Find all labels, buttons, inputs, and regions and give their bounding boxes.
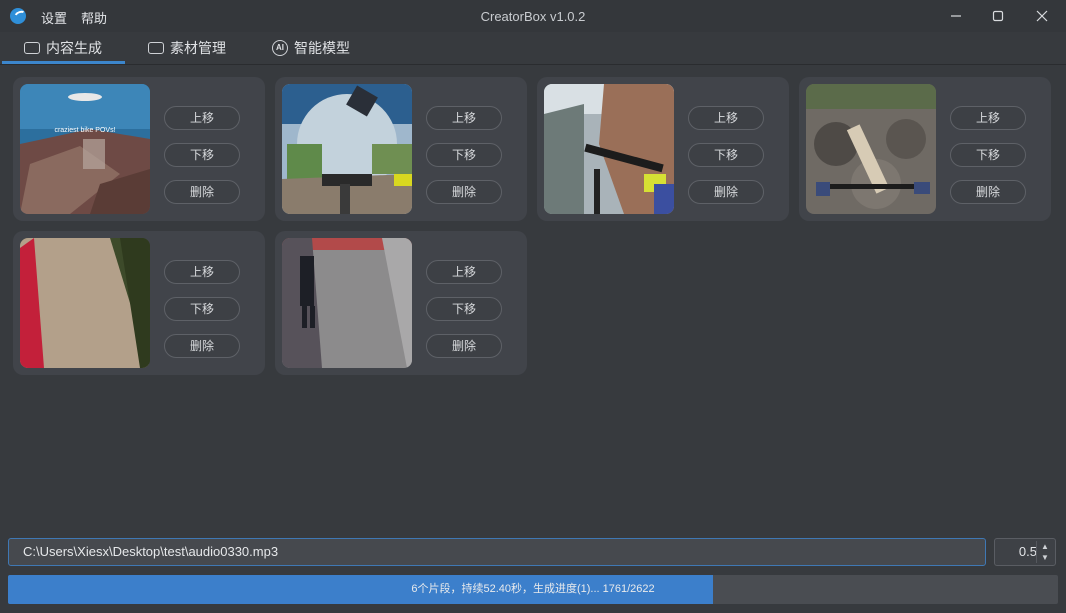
tab-label: 素材管理 <box>170 40 226 56</box>
clip-card: craziest bike POVs! 上移 下移 删除 <box>13 77 265 221</box>
clip-thumbnail[interactable] <box>20 238 150 368</box>
move-down-button[interactable]: 下移 <box>426 143 502 167</box>
title-bar: 设置 帮助 CreatorBox v1.0.2 <box>0 0 1066 32</box>
tab-content-generation[interactable]: 内容生成 <box>24 32 102 64</box>
move-up-button[interactable]: 上移 <box>164 106 240 130</box>
clip-caption: craziest bike POVs! <box>54 127 115 134</box>
ratio-spinbox[interactable]: 0.5 ▲ ▼ <box>994 538 1056 566</box>
move-up-button[interactable]: 上移 <box>164 260 240 284</box>
active-tab-indicator <box>2 61 125 64</box>
chevron-down-icon[interactable]: ▼ <box>1037 552 1053 563</box>
tab-label: 内容生成 <box>46 40 102 56</box>
clip-thumbnail[interactable] <box>282 84 412 214</box>
clip-thumbnail-image <box>282 84 412 214</box>
move-down-button[interactable]: 下移 <box>164 143 240 167</box>
chevron-up-icon[interactable]: ▲ <box>1037 541 1053 552</box>
ratio-value: 0.5 <box>1018 544 1037 559</box>
spin-buttons: ▲ ▼ <box>1036 541 1053 563</box>
delete-button[interactable]: 删除 <box>688 180 764 204</box>
minimize-button[interactable] <box>936 0 976 32</box>
clip-thumbnail-image <box>806 84 936 214</box>
tab-ai-model[interactable]: AI 智能模型 <box>272 32 350 64</box>
clip-thumbnail[interactable]: craziest bike POVs! <box>20 84 150 214</box>
delete-button[interactable]: 删除 <box>164 334 240 358</box>
move-down-button[interactable]: 下移 <box>164 297 240 321</box>
tab-label: 智能模型 <box>294 40 350 56</box>
clip-card: 上移 下移 删除 <box>537 77 789 221</box>
delete-button[interactable]: 删除 <box>426 180 502 204</box>
clip-thumbnail[interactable] <box>282 238 412 368</box>
move-up-button[interactable]: 上移 <box>426 106 502 130</box>
clip-card: 上移 下移 删除 <box>799 77 1051 221</box>
tab-material-management[interactable]: 素材管理 <box>148 32 226 64</box>
clip-thumbnail-image <box>282 238 412 368</box>
tab-bar: 内容生成 素材管理 AI 智能模型 <box>0 32 1066 65</box>
delete-button[interactable]: 删除 <box>950 180 1026 204</box>
ai-icon: AI <box>272 40 288 56</box>
close-button[interactable] <box>1022 0 1062 32</box>
clip-card: 上移 下移 删除 <box>275 77 527 221</box>
move-up-button[interactable]: 上移 <box>950 106 1026 130</box>
video-icon <box>24 42 40 54</box>
delete-button[interactable]: 删除 <box>426 334 502 358</box>
delete-button[interactable]: 删除 <box>164 180 240 204</box>
move-up-button[interactable]: 上移 <box>688 106 764 130</box>
maximize-button[interactable] <box>978 0 1018 32</box>
move-up-button[interactable]: 上移 <box>426 260 502 284</box>
clip-card: 上移 下移 删除 <box>13 231 265 375</box>
maximize-icon <box>992 10 1004 22</box>
progress-text: 6个片段，持续52.40秒，生成进度(1)... 1761/2622 <box>411 583 655 595</box>
clip-card: 上移 下移 删除 <box>275 231 527 375</box>
clip-thumbnail[interactable] <box>806 84 936 214</box>
clip-thumbnail-image <box>20 238 150 368</box>
clip-thumbnail[interactable] <box>544 84 674 214</box>
audio-path-input[interactable]: C:\Users\Xiesx\Desktop\test\audio0330.mp… <box>8 538 986 566</box>
clip-thumbnail-image: craziest bike POVs! <box>20 84 150 214</box>
move-down-button[interactable]: 下移 <box>426 297 502 321</box>
clip-thumbnail-image <box>544 84 674 214</box>
generation-progress-bar: 6个片段，持续52.40秒，生成进度(1)... 1761/2622 <box>8 575 1058 604</box>
move-down-button[interactable]: 下移 <box>688 143 764 167</box>
video-icon <box>148 42 164 54</box>
window-title: CreatorBox v1.0.2 <box>480 9 586 24</box>
close-icon <box>1036 10 1048 22</box>
move-down-button[interactable]: 下移 <box>950 143 1026 167</box>
minimize-icon <box>951 15 961 17</box>
